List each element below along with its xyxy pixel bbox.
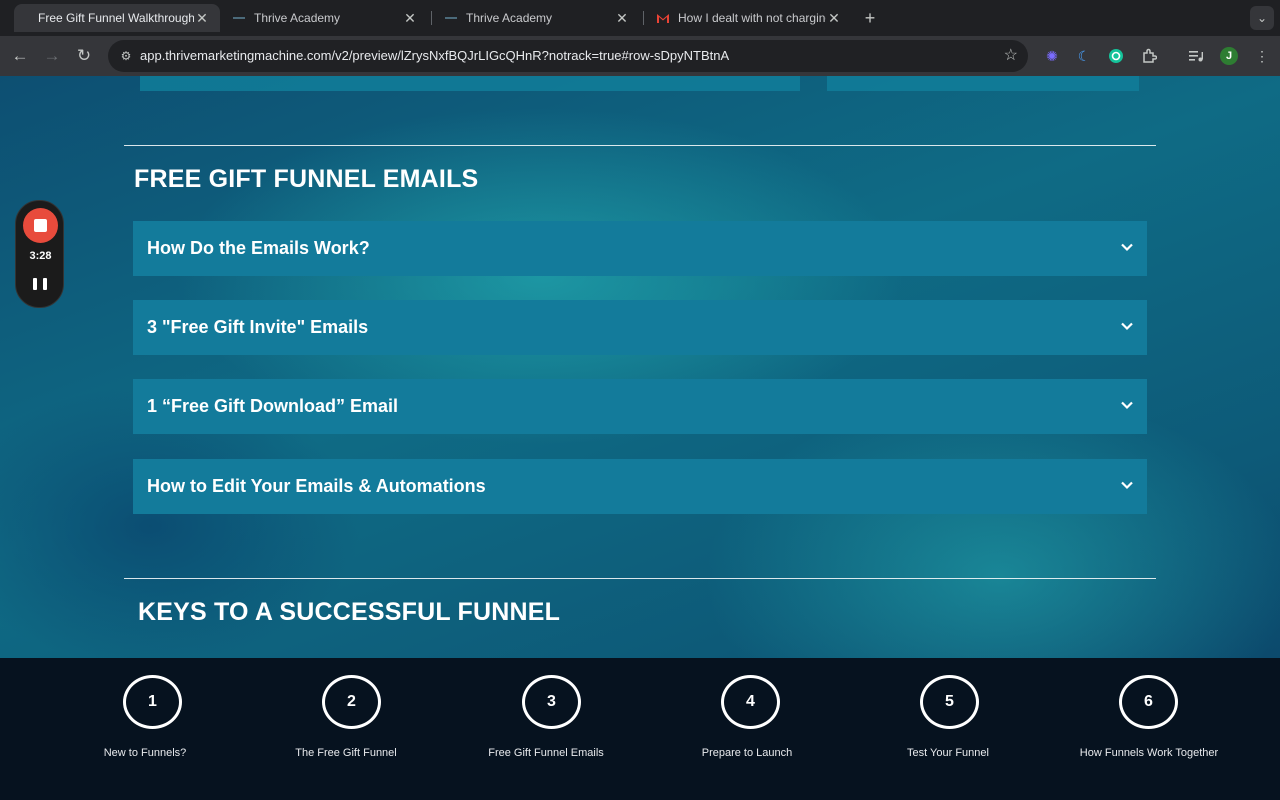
address-bar[interactable]: ⚙ app.thrivemarketingmachine.com/v2/prev… xyxy=(108,40,1028,72)
tab-free-gift-funnel[interactable]: Free Gift Funnel Walkthrough ✕ xyxy=(14,4,220,32)
chevron-down-icon xyxy=(1121,243,1133,252)
section-divider xyxy=(124,578,1156,579)
step-number: 5 xyxy=(920,675,979,729)
accordion-label: How Do the Emails Work? xyxy=(147,238,370,258)
step-number: 2 xyxy=(322,675,381,729)
tab-thrive-academy-1[interactable]: Thrive Academy ✕ xyxy=(222,4,428,32)
step-label: Prepare to Launch xyxy=(701,747,793,759)
top-card-left xyxy=(140,76,800,91)
tab-separator xyxy=(431,11,432,25)
chevron-down-icon xyxy=(1121,481,1133,490)
tab-title: Thrive Academy xyxy=(254,11,341,25)
avatar[interactable]: J xyxy=(1219,46,1239,66)
stop-recording-button[interactable] xyxy=(23,208,58,243)
step-label: Test Your Funnel xyxy=(907,747,989,759)
media-controls-icon[interactable] xyxy=(1186,46,1206,66)
accordion-item[interactable]: How to Edit Your Emails & Automations xyxy=(133,459,1147,514)
profile-initial: J xyxy=(1220,47,1238,65)
step-navigation: 1 New to Funnels? 2 The Free Gift Funnel… xyxy=(0,658,1280,800)
step-label: How Funnels Work Together xyxy=(1079,747,1219,759)
stop-icon xyxy=(34,219,47,232)
extensions-puzzle-icon[interactable] xyxy=(1139,46,1159,66)
grammarly-icon[interactable] xyxy=(1106,46,1126,66)
tab-title: Free Gift Funnel Walkthrough xyxy=(38,11,194,25)
close-icon[interactable]: ✕ xyxy=(826,10,842,27)
close-icon[interactable]: ✕ xyxy=(402,10,418,27)
pause-icon[interactable] xyxy=(33,278,47,292)
tab-title: Thrive Academy xyxy=(466,11,553,25)
step-label: The Free Gift Funnel xyxy=(295,747,397,759)
tab-separator xyxy=(643,11,644,25)
screen-recorder-widget: 3:28 xyxy=(15,200,64,308)
browser-tab-strip: Free Gift Funnel Walkthrough ✕ Thrive Ac… xyxy=(0,0,1280,36)
tab-title: How I dealt with not charging xyxy=(678,11,826,25)
new-tab-button[interactable]: + xyxy=(860,8,880,28)
extension-c-icon[interactable]: ☾ xyxy=(1074,46,1094,66)
step-number: 6 xyxy=(1119,675,1178,729)
section-title-emails: FREE GIFT FUNNEL EMAILS xyxy=(134,165,479,193)
bookmark-star-icon[interactable]: ☆ xyxy=(1004,46,1018,66)
step-number: 1 xyxy=(123,675,182,729)
step-number: 3 xyxy=(522,675,581,729)
url-text[interactable]: app.thrivemarketingmachine.com/v2/previe… xyxy=(140,48,729,63)
chevron-down-icon xyxy=(1121,322,1133,331)
recording-timer: 3:28 xyxy=(29,250,52,262)
tab-thrive-academy-2[interactable]: Thrive Academy ✕ xyxy=(434,4,640,32)
accordion-label: How to Edit Your Emails & Automations xyxy=(147,476,486,496)
back-arrow-icon[interactable]: ← xyxy=(8,44,32,68)
top-card-right xyxy=(827,76,1139,91)
section-title-keys: KEYS TO A SUCCESSFUL FUNNEL xyxy=(138,598,561,626)
chevron-down-icon xyxy=(1121,401,1133,410)
accordion-item[interactable]: 1 “Free Gift Download” Email xyxy=(133,379,1147,434)
gmail-icon xyxy=(656,11,670,25)
browser-toolbar: ← → ↻ ⚙ app.thrivemarketingmachine.com/v… xyxy=(0,36,1280,76)
tab-search-button[interactable]: ⌄ xyxy=(1250,6,1274,30)
tab-gmail[interactable]: How I dealt with not charging ✕ xyxy=(646,4,852,32)
forward-arrow-icon[interactable]: → xyxy=(40,44,64,68)
section-divider xyxy=(124,145,1156,146)
extension-gear-icon[interactable]: ✺ xyxy=(1042,46,1062,66)
accordion-label: 1 “Free Gift Download” Email xyxy=(147,396,399,416)
step-label: Free Gift Funnel Emails xyxy=(488,747,604,759)
menu-kebab-icon[interactable]: ⋮ xyxy=(1252,46,1272,66)
close-icon[interactable]: ✕ xyxy=(614,10,630,27)
step-number: 4 xyxy=(721,675,780,729)
thrive-favicon xyxy=(232,11,246,25)
site-settings-icon[interactable]: ⚙ xyxy=(116,46,136,66)
step-label: New to Funnels? xyxy=(103,747,187,759)
accordion-item[interactable]: How Do the Emails Work? xyxy=(133,221,1147,276)
accordion-label: 3 "Free Gift Invite" Emails xyxy=(147,317,369,337)
accordion-item[interactable]: 3 "Free Gift Invite" Emails xyxy=(133,300,1147,355)
reload-icon[interactable]: ↻ xyxy=(72,44,96,68)
thrive-favicon xyxy=(444,11,458,25)
close-icon[interactable]: ✕ xyxy=(194,10,210,27)
